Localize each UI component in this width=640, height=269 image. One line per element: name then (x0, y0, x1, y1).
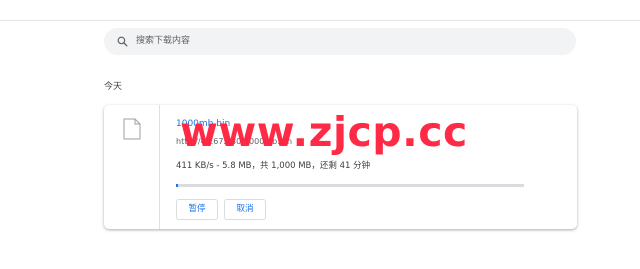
search-placeholder[interactable]: 搜索下载内容 (136, 35, 190, 48)
progress-bar (176, 184, 524, 187)
file-url[interactable]: http://45.67.230/1000mb.bin (176, 136, 292, 147)
file-icon (123, 118, 141, 140)
progress-bar-fill (176, 184, 179, 187)
cancel-button[interactable]: 取消 (224, 199, 266, 220)
file-icon-column (104, 105, 160, 229)
download-card: 1000mb.bin http://45.67.230/1000mb.bin 4… (104, 105, 577, 229)
download-status: 411 KB/s - 5.8 MB，共 1,000 MB，还剩 41 分钟 (176, 161, 371, 171)
file-name-link[interactable]: 1000mb.bin (176, 118, 230, 130)
search-icon (117, 36, 128, 47)
pause-button[interactable]: 暂停 (176, 199, 218, 220)
top-bar (0, 0, 640, 21)
date-section-title: 今天 (104, 82, 123, 92)
search-bar[interactable]: 搜索下载内容 (104, 28, 576, 55)
